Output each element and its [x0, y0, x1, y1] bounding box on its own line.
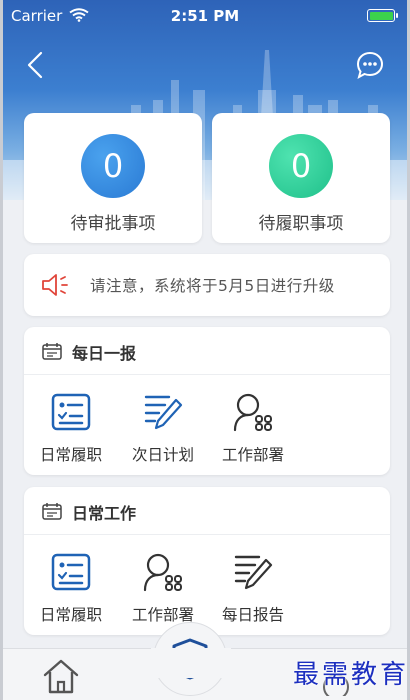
tile-label: 日常履职	[39, 606, 102, 624]
pending-approval-card[interactable]: 0 待审批事项	[24, 113, 202, 243]
tile-label: 日常履职	[39, 446, 102, 464]
status-bar: Carrier 2:51 PM	[3, 0, 407, 30]
notice-text: 请注意，系统将于5月5日进行升级	[90, 277, 335, 295]
tile-label: 每日报告	[221, 606, 284, 624]
section-title: 日常工作	[72, 504, 137, 523]
checklist-icon	[51, 553, 91, 591]
edit-list-icon	[144, 395, 183, 430]
pending-duty-card[interactable]: 0 待履职事项	[212, 113, 390, 243]
app-screen: Carrier 2:51 PM 0 待审批事项 0 待履职事项 请注意，系统将于…	[0, 0, 410, 700]
watermark-text: 最需教育	[293, 660, 410, 690]
clock-time: 2:51 PM	[170, 7, 240, 25]
tile-work-deploy[interactable]: 工作部署	[118, 549, 208, 625]
tile-work-deploy[interactable]: 工作部署	[208, 389, 298, 465]
back-arrow-icon[interactable]	[23, 50, 49, 80]
battery-icon	[367, 9, 398, 22]
daily-work-section: 日常工作 日常履职 工作部署 每日报告	[24, 487, 390, 635]
section-title: 每日一报	[72, 344, 137, 363]
daily-report-section: 每日一报 日常履职 次日计划 工作部署	[24, 327, 390, 475]
checklist-icon	[51, 393, 91, 431]
edit-list-icon	[234, 555, 273, 590]
pending-approval-count: 0	[81, 134, 145, 198]
section-header: 日常工作	[24, 487, 390, 535]
tile-daily-report[interactable]: 每日报告	[208, 549, 298, 625]
home-icon[interactable]	[41, 657, 81, 695]
pending-duty-count: 0	[269, 134, 333, 198]
tile-daily-duty[interactable]: 日常履职	[26, 549, 116, 625]
tile-label: 工作部署	[221, 446, 284, 464]
pending-duty-label: 待履职事项	[258, 214, 344, 234]
calendar-icon	[42, 343, 62, 360]
user-grid-icon	[143, 553, 182, 592]
user-grid-icon	[233, 393, 272, 432]
tile-daily-duty[interactable]: 日常履职	[26, 389, 116, 465]
tile-label: 次日计划	[131, 446, 194, 464]
section-header: 每日一报	[24, 327, 390, 375]
fab-base	[151, 648, 231, 678]
speaker-icon	[42, 274, 68, 296]
message-bubble-icon[interactable]	[355, 50, 385, 80]
notice-banner[interactable]: 请注意，系统将于5月5日进行升级	[24, 254, 390, 316]
pending-approval-label: 待审批事项	[70, 214, 156, 234]
tile-next-day-plan[interactable]: 次日计划	[118, 389, 208, 465]
calendar-icon	[42, 503, 62, 520]
